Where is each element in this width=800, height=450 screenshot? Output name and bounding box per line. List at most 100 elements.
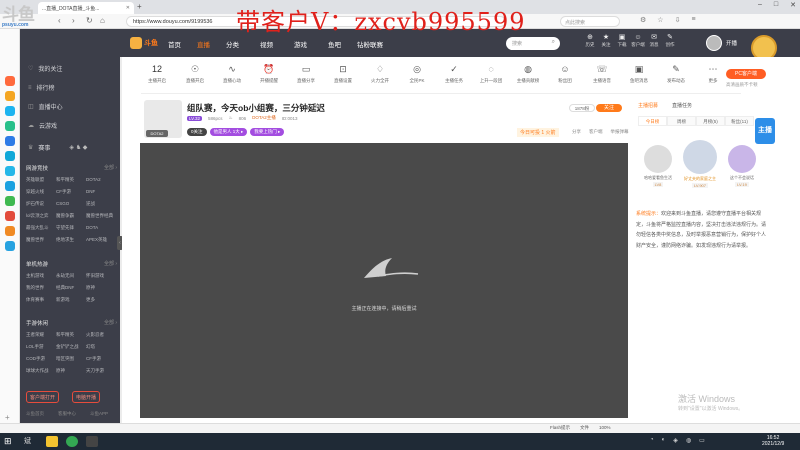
toolbar-item[interactable]: ▣ 鱼吧消息 [625,64,653,84]
files-button[interactable]: 文件 [580,425,589,431]
app-icon[interactable] [5,166,15,176]
game-link[interactable]: 新游戏 [56,297,86,303]
game-link[interactable]: 原神 [86,285,116,291]
section-title-single[interactable]: 单机热游 全部 › [26,260,117,268]
rank-item[interactable]: 好丈夫的家庭之主 LV.907 [680,140,720,188]
toolbar-item[interactable]: ∿ 直播心动 [218,64,246,84]
nav-game[interactable]: 游戏 [294,39,307,49]
game-link[interactable]: 绝地求生 [56,237,86,243]
search-icon[interactable]: ⌕ [552,39,555,46]
forward-icon[interactable]: › [72,16,75,25]
toolbar-item[interactable]: ☉ 直播开启 [181,64,209,84]
app-icon[interactable] [5,106,15,116]
tab-recruit[interactable]: 主播招募 [638,102,658,109]
tag-item[interactable]: 我要上热门 ▸ [250,128,285,136]
browser-tab[interactable]: ...直播_DOTA直播_斗鱼... ✕ [38,2,134,14]
game-link[interactable]: DNF [86,189,116,195]
tab-week[interactable]: 周榜 [667,116,696,126]
game-link[interactable]: 魔兽争霸 [56,213,86,219]
toolbar-item[interactable]: ♢ 火力全开 [366,64,394,84]
nav-video[interactable]: 视频 [260,39,273,49]
game-link[interactable]: 体育赛事 [26,297,56,303]
game-link[interactable]: 怀旧游戏 [86,273,116,279]
follow-button[interactable]: 关注 [596,104,622,112]
rank-item[interactable]: 这个不会说话 LV.19 [722,145,762,187]
game-link[interactable]: CF手游 [56,189,86,195]
game-link[interactable]: 幻塔 [86,344,116,350]
logo-text[interactable]: 斗鱼 [144,38,158,48]
wifi-icon[interactable]: ◍ [686,437,691,444]
sidebar-item-rank[interactable]: ≡ 排行榜 [28,83,55,93]
window-close-icon[interactable]: ✕ [790,1,796,9]
browser-taskbar-icon[interactable] [66,436,78,447]
menu-icon[interactable]: ≡ [691,16,695,24]
sidebar-item-cloud[interactable]: ☁ 云游戏 [28,121,57,130]
team-logo-icon[interactable]: ◈ ♞ ◆ [69,144,87,151]
ime-icon[interactable]: 斌 [24,436,36,447]
header-client[interactable]: ☺ 客户端 [630,34,646,48]
app-icon[interactable] [5,76,15,86]
game-link[interactable]: 主机游戏 [26,273,56,279]
toolbar-item[interactable]: ⋯ 更多 [699,64,727,84]
network-icon[interactable]: ◔ [650,437,654,444]
game-link[interactable]: 王者荣耀 [26,332,56,338]
rank-item[interactable]: 哈哈爱看鱼生活 LV8 [638,145,678,187]
header-create[interactable]: ✎ 创作 [662,34,678,48]
app-icon[interactable] [5,196,15,206]
app-icon[interactable] [5,91,15,101]
report-link[interactable]: 举报 [313,104,322,110]
zoom-level[interactable]: 100% [599,425,611,431]
toolbar-item[interactable]: ✓ 主播任务 [440,64,468,84]
toolbar-item[interactable]: ◍ 主播贡献榜 [514,64,542,84]
sidebar-item-center[interactable]: ◫ 直播中心 [28,102,63,111]
home-icon[interactable]: ⌂ [100,16,105,25]
gift-badge[interactable]: 主播 [755,118,775,144]
app-icon[interactable] [5,181,15,191]
app-icon[interactable] [5,121,15,131]
section-title-online[interactable]: 网游竞技 全部 › [26,164,117,172]
game-link[interactable]: 经典DNF [56,285,86,291]
footer-link[interactable]: 斗鱼首页 [26,411,44,417]
app-icon[interactable] [5,211,15,221]
game-link[interactable]: 和平精英 [56,332,86,338]
minimize-icon[interactable]: – [758,1,762,9]
toolbar-item[interactable]: ▭ 直播分享 [292,64,320,84]
open-live-button[interactable]: 开播 [726,39,737,47]
clock[interactable]: 16:52 2021/12/9 [762,435,784,447]
battery-icon[interactable]: ▭ [699,437,705,444]
game-link[interactable]: 穿越火线 [26,189,56,195]
section-title-mobile[interactable]: 手游休闲 全部 › [26,319,117,327]
refresh-icon[interactable]: ↻ [86,16,93,25]
game-link[interactable]: 火影忍者 [86,332,116,338]
game-link[interactable]: 金铲铲之战 [56,344,86,350]
flash-tip[interactable]: Flash提示 [550,425,570,431]
game-link[interactable]: 魔兽世界经典 [86,213,116,219]
tag-item[interactable]: 0关注 [187,128,207,136]
close-icon[interactable]: ✕ [126,5,130,11]
windows-start-icon[interactable]: ⊞ [4,436,16,447]
game-link[interactable]: LOL手游 [26,344,56,350]
tab-today[interactable]: 今日榜 [638,116,667,126]
back-icon[interactable]: ‹ [58,16,61,25]
volume-icon[interactable]: ◐ [662,437,666,444]
video-player[interactable] [140,143,628,418]
extension-icon[interactable]: ⚙ [640,16,646,24]
tab-task[interactable]: 直播任务 [672,102,692,109]
game-link[interactable]: COD手游 [26,356,56,362]
download-icon[interactable]: ⇩ [675,16,681,24]
toolbar-count[interactable]: 12 主播开启 [143,64,171,84]
game-link[interactable]: CSGO [56,201,86,207]
game-link[interactable]: 暗区突围 [56,356,86,362]
new-tab-icon[interactable]: + [137,2,142,11]
add-icon[interactable]: + [5,413,15,423]
pc-client-button[interactable]: PC客户端 [726,69,766,79]
game-link[interactable]: 和平精英 [56,177,86,183]
header-history[interactable]: ⊕ 历史 [582,34,598,48]
site-search-input[interactable]: 搜索 ⌕ [506,37,560,50]
section-all-link[interactable]: 全部 › [104,260,117,267]
app-taskbar-icon[interactable] [86,436,98,447]
tag-item[interactable]: 他是男人 1大 ▸ [209,128,248,136]
game-link[interactable]: 逆战 [86,201,116,207]
pc-live-button[interactable]: 电脑开播 [72,391,101,403]
avatar[interactable] [706,35,722,51]
